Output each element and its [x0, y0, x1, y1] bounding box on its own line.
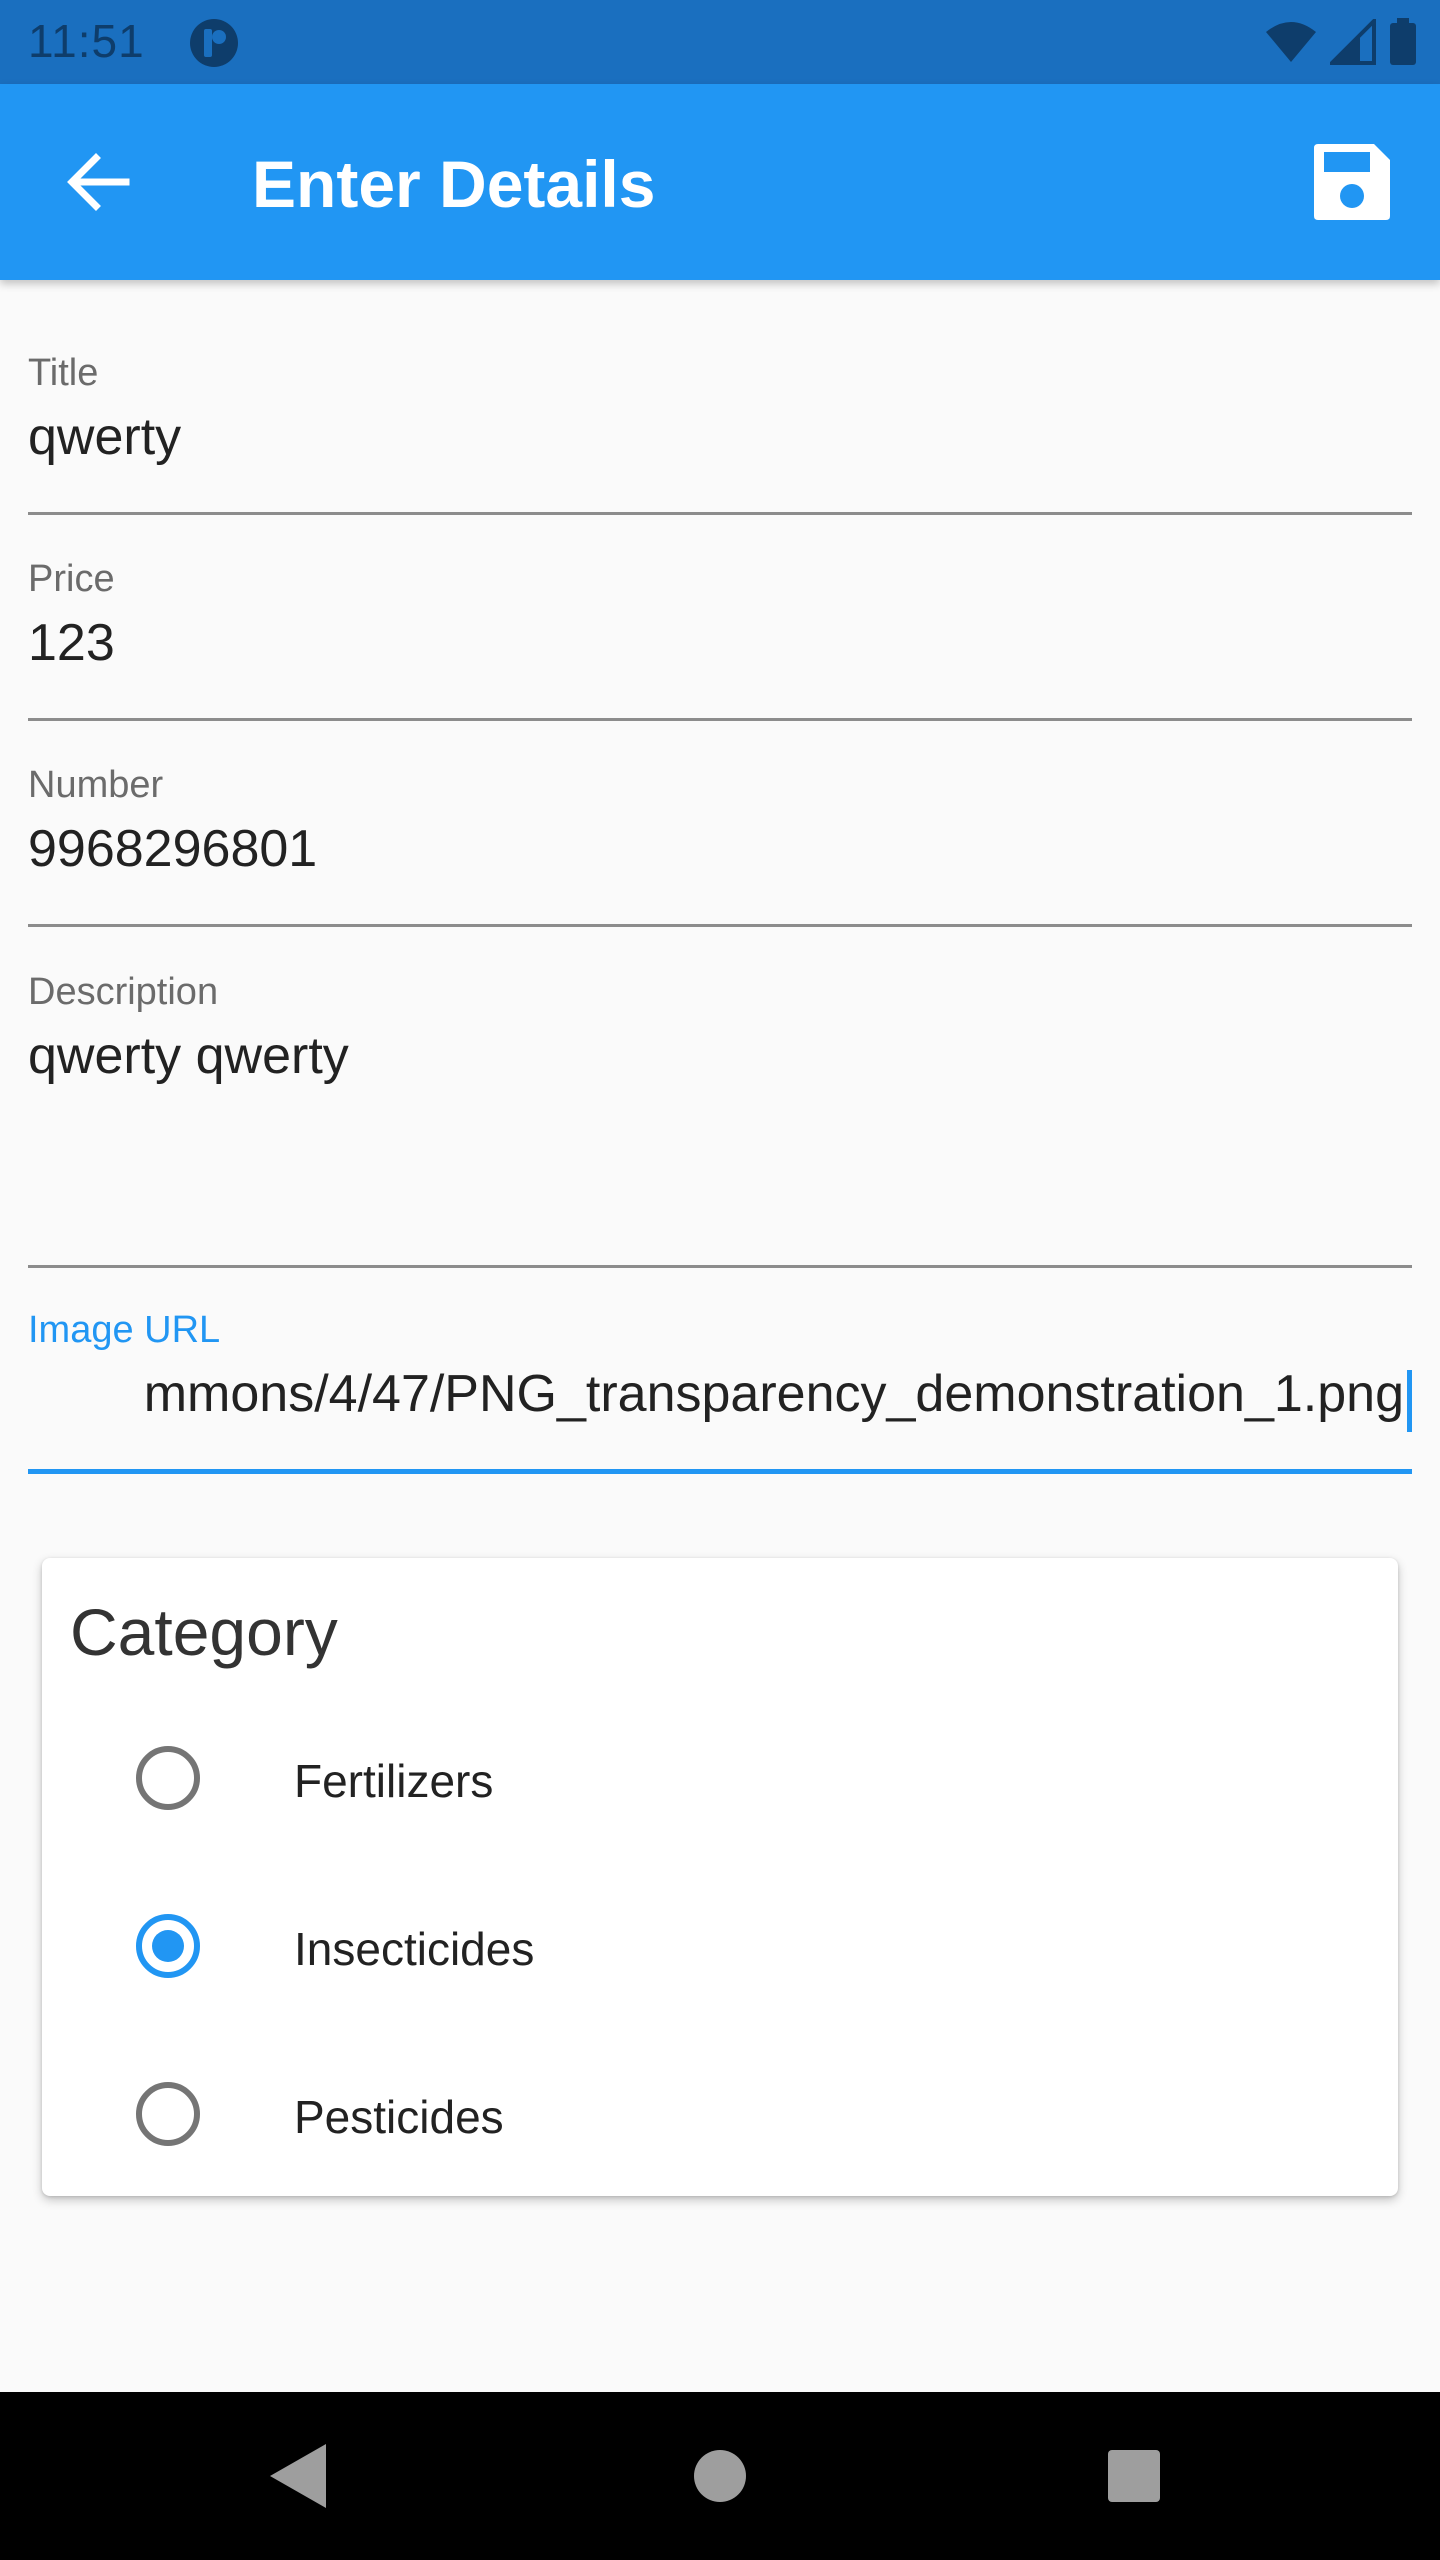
image-url-field[interactable]: Image URL mmons/4/47/PNG_transparency_de…: [28, 1309, 1412, 1479]
price-label: Price: [28, 558, 115, 600]
floppy-disk-icon[interactable]: [1308, 138, 1396, 226]
cell-signal-icon: [1330, 19, 1376, 65]
arrow-left-icon[interactable]: [60, 144, 136, 220]
radio-checked-icon[interactable]: [136, 1914, 200, 1978]
description-label: Description: [28, 971, 219, 1013]
page-title: Enter Details: [252, 147, 656, 221]
back-triangle-icon[interactable]: [260, 2436, 340, 2516]
radio-label: Fertilizers: [294, 1755, 494, 1807]
radio-unchecked-icon[interactable]: [136, 2082, 200, 2146]
radio-option-insecticides[interactable]: Insecticides: [42, 1876, 1398, 2016]
price-underline: [28, 718, 1412, 721]
radio-option-fertilizers[interactable]: Fertilizers: [42, 1708, 1398, 1848]
text-caret: [1407, 1370, 1412, 1432]
description-input[interactable]: qwerty qwerty: [28, 1026, 1412, 1086]
image-url-underline: [28, 1469, 1412, 1474]
navigation-bar: [0, 2392, 1440, 2560]
number-input[interactable]: [28, 819, 1412, 879]
category-title: Category: [70, 1595, 338, 1669]
image-url-label: Image URL: [28, 1309, 221, 1351]
radio-label: Pesticides: [294, 2091, 504, 2143]
wifi-icon: [1266, 22, 1316, 62]
status-bar: 11:51: [0, 0, 1440, 84]
description-underline: [28, 1265, 1412, 1268]
category-card: Category Fertilizers Insecticides Pestic…: [42, 1558, 1398, 2196]
app-notification-icon: [190, 19, 238, 67]
image-url-value: mmons/4/47/PNG_transparency_demonstratio…: [143, 1365, 1404, 1423]
title-input[interactable]: [28, 407, 1412, 467]
status-time: 11:51: [28, 15, 145, 67]
app-bar: Enter Details: [0, 84, 1440, 280]
number-label: Number: [28, 764, 164, 806]
radio-unchecked-icon[interactable]: [136, 1746, 200, 1810]
radio-label: Insecticides: [294, 1923, 535, 1975]
price-input[interactable]: [28, 613, 1412, 673]
title-field[interactable]: Title: [28, 352, 1412, 516]
description-field[interactable]: Description qwerty qwerty: [28, 971, 1412, 1271]
title-underline: [28, 512, 1412, 515]
radio-option-pesticides[interactable]: Pesticides: [42, 2044, 1398, 2184]
number-underline: [28, 924, 1412, 927]
battery-icon: [1390, 18, 1416, 65]
status-icons: [1264, 18, 1418, 66]
recents-square-icon[interactable]: [1094, 2436, 1174, 2516]
number-field[interactable]: Number: [28, 764, 1412, 928]
title-label: Title: [28, 352, 99, 394]
home-circle-icon[interactable]: [680, 2436, 760, 2516]
price-field[interactable]: Price: [28, 558, 1412, 722]
image-url-input[interactable]: mmons/4/47/PNG_transparency_demonstratio…: [28, 1364, 1412, 1436]
